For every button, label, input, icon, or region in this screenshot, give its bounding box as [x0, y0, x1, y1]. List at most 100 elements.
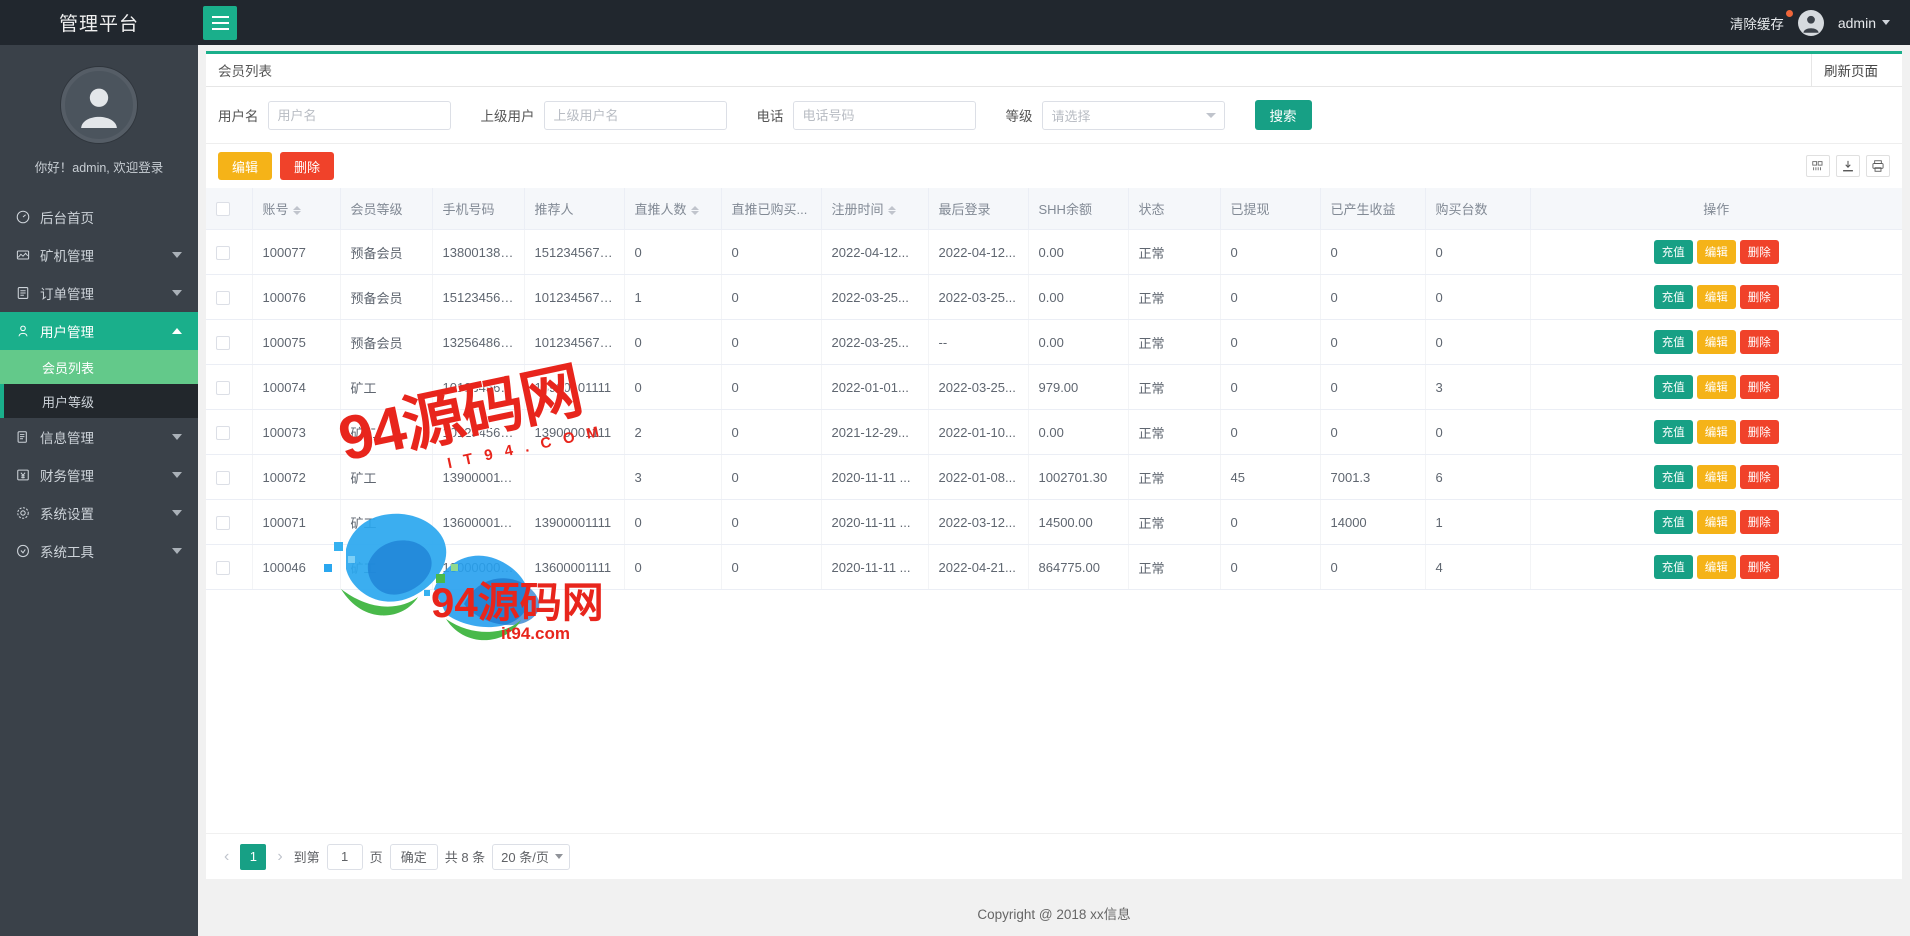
row-edit-button[interactable]: 编辑 — [1696, 375, 1736, 399]
row-checkbox[interactable] — [216, 470, 230, 485]
row-delete-button[interactable]: 删除 — [1739, 285, 1779, 309]
level-selected-value: 请选择 — [1051, 108, 1091, 124]
sort-toggle-icon[interactable] — [887, 206, 896, 216]
cell-balance: 864775.00 — [1028, 544, 1129, 590]
row-delete-button[interactable]: 删除 — [1739, 555, 1779, 579]
sidebar-item-order-management[interactable]: 订单管理 — [0, 274, 198, 312]
bulk-edit-button[interactable]: 编辑 — [218, 152, 273, 180]
table-row[interactable]: 100075 预备会员 13256486796 10123456789 0 0 2022-0… — [206, 319, 1902, 365]
row-actions-cell: 充值 编辑 删除 — [1530, 499, 1902, 545]
table-row[interactable]: 100074 矿工 10123456798 13900001111 0 0 2022-01-… — [206, 364, 1902, 410]
avatar[interactable] — [1797, 9, 1824, 36]
column-label: 直推已购买... — [731, 202, 808, 217]
row-delete-button[interactable]: 删除 — [1739, 510, 1779, 534]
table-row[interactable]: 100073 矿工 10123456789 13900001111 2 0 2021-12-… — [206, 409, 1902, 455]
table-header-account[interactable]: 账号 — [252, 188, 341, 230]
chevron-down-icon — [172, 548, 182, 554]
row-checkbox[interactable] — [216, 560, 230, 575]
sort-toggle-icon[interactable] — [292, 206, 301, 216]
row-recharge-button[interactable]: 充值 — [1653, 420, 1693, 444]
goto-confirm-button[interactable]: 确定 — [389, 843, 438, 870]
sidebar-item-info-management[interactable]: 信息管理 — [0, 418, 198, 456]
admin-menu[interactable]: admin — [1838, 15, 1890, 31]
goto-page-input[interactable] — [326, 843, 363, 870]
page-size-select[interactable]: 20 条/页 — [492, 843, 570, 870]
row-checkbox[interactable] — [216, 290, 230, 305]
export-icon[interactable] — [1836, 155, 1860, 177]
row-delete-button[interactable]: 删除 — [1739, 240, 1779, 264]
cell-referrer: 10123456789 — [524, 319, 625, 365]
page-number-1[interactable]: 1 — [240, 843, 267, 870]
column-label: 推荐人 — [534, 202, 574, 217]
row-checkbox[interactable] — [216, 515, 230, 530]
search-button[interactable]: 搜索 — [1254, 100, 1312, 130]
cell-bought_units: 3 — [1425, 364, 1531, 410]
tools-icon — [16, 544, 36, 558]
bulk-delete-button[interactable]: 删除 — [280, 152, 335, 180]
search-input-username[interactable] — [267, 100, 451, 130]
refresh-page-button[interactable]: 刷新页面 — [1811, 54, 1890, 87]
sidebar-item-miner-management[interactable]: 矿机管理 — [0, 236, 198, 274]
row-recharge-button[interactable]: 充值 — [1653, 510, 1693, 534]
table-header-direct_count[interactable]: 直推人数 — [624, 188, 722, 230]
row-delete-button[interactable]: 删除 — [1739, 465, 1779, 489]
row-checkbox-cell — [206, 544, 253, 590]
row-checkbox[interactable] — [216, 425, 230, 440]
search-input-parent-user[interactable] — [543, 100, 727, 130]
row-checkbox[interactable] — [216, 245, 230, 260]
cell-direct_count: 0 — [624, 499, 722, 545]
clear-cache-button[interactable]: 清除缓存 — [1730, 9, 1793, 33]
sidebar-item-system-settings[interactable]: 系统设置 — [0, 494, 198, 532]
row-recharge-button[interactable]: 充值 — [1653, 375, 1693, 399]
row-edit-button[interactable]: 编辑 — [1696, 285, 1736, 309]
search-input-phone[interactable] — [792, 100, 976, 130]
row-checkbox[interactable] — [216, 380, 230, 395]
row-delete-button[interactable]: 删除 — [1739, 330, 1779, 354]
sidebar-item-system-tools[interactable]: 系统工具 — [0, 532, 198, 570]
chevron-right-icon[interactable]: › — [273, 848, 286, 866]
sidebar-item-member-list[interactable]: 会员列表 — [0, 350, 198, 384]
table-row[interactable]: 100072 矿工 13900001111 3 0 2020-11-11 ... 2022-… — [206, 454, 1902, 500]
cell-direct_bought: 0 — [721, 274, 822, 320]
chevron-left-icon[interactable]: ‹ — [220, 848, 233, 866]
print-icon[interactable] — [1866, 155, 1890, 177]
sidebar-item-user-management[interactable]: 用户管理 — [0, 312, 198, 350]
sidebar-item-dashboard[interactable]: 后台首页 — [0, 198, 198, 236]
row-edit-button[interactable]: 编辑 — [1696, 330, 1736, 354]
row-recharge-button[interactable]: 充值 — [1653, 555, 1693, 579]
field-level: 等级 请选择 — [1005, 100, 1225, 130]
level-label: 等级 — [1005, 109, 1033, 124]
cell-direct_bought: 0 — [721, 544, 822, 590]
table-row[interactable]: 100076 预备会员 15123456789 10123456789 1 0 2022-0… — [206, 274, 1902, 320]
table-row[interactable]: 100046 矿工 13000000000 13600001111 0 0 2020-11-… — [206, 544, 1902, 590]
row-delete-button[interactable]: 删除 — [1739, 420, 1779, 444]
row-actions-cell: 充值 编辑 删除 — [1530, 454, 1902, 500]
admin-label: admin — [1837, 14, 1876, 31]
column-label: 购买台数 — [1435, 202, 1488, 217]
row-edit-button[interactable]: 编辑 — [1696, 510, 1736, 534]
search-form: 用户名 上级用户 电话 等级 请选择 — [206, 87, 1902, 144]
columns-icon[interactable] — [1806, 155, 1830, 177]
level-select[interactable]: 请选择 — [1041, 100, 1225, 130]
select-all-checkbox[interactable] — [216, 202, 230, 217]
table-row[interactable]: 100071 矿工 13600001111 13900001111 0 0 2020-11-… — [206, 499, 1902, 545]
row-recharge-button[interactable]: 充值 — [1653, 330, 1693, 354]
sidebar-item-user-level[interactable]: 用户等级 — [0, 384, 198, 418]
table-header-reg_time[interactable]: 注册时间 — [821, 188, 929, 230]
table-row[interactable]: 100077 预备会员 13800138000 15123456789 0 0 2022-0… — [206, 229, 1902, 275]
row-edit-button[interactable]: 编辑 — [1696, 465, 1736, 489]
row-edit-button[interactable]: 编辑 — [1696, 555, 1736, 579]
row-recharge-button[interactable]: 充值 — [1653, 285, 1693, 309]
row-edit-button[interactable]: 编辑 — [1696, 240, 1736, 264]
row-recharge-button[interactable]: 充值 — [1653, 465, 1693, 489]
row-recharge-button[interactable]: 充值 — [1653, 240, 1693, 264]
row-checkbox-cell — [206, 454, 253, 500]
menu-toggle-icon[interactable] — [203, 5, 237, 40]
sidebar-item-finance-management[interactable]: 财务管理 — [0, 456, 198, 494]
row-delete-button[interactable]: 删除 — [1739, 375, 1779, 399]
sort-toggle-icon[interactable] — [690, 206, 699, 216]
row-checkbox[interactable] — [216, 335, 230, 350]
table-body: 100077 预备会员 13800138000 15123456789 0 0 2022-0… — [206, 229, 1902, 590]
dashboard-icon — [16, 210, 36, 224]
row-edit-button[interactable]: 编辑 — [1696, 420, 1736, 444]
